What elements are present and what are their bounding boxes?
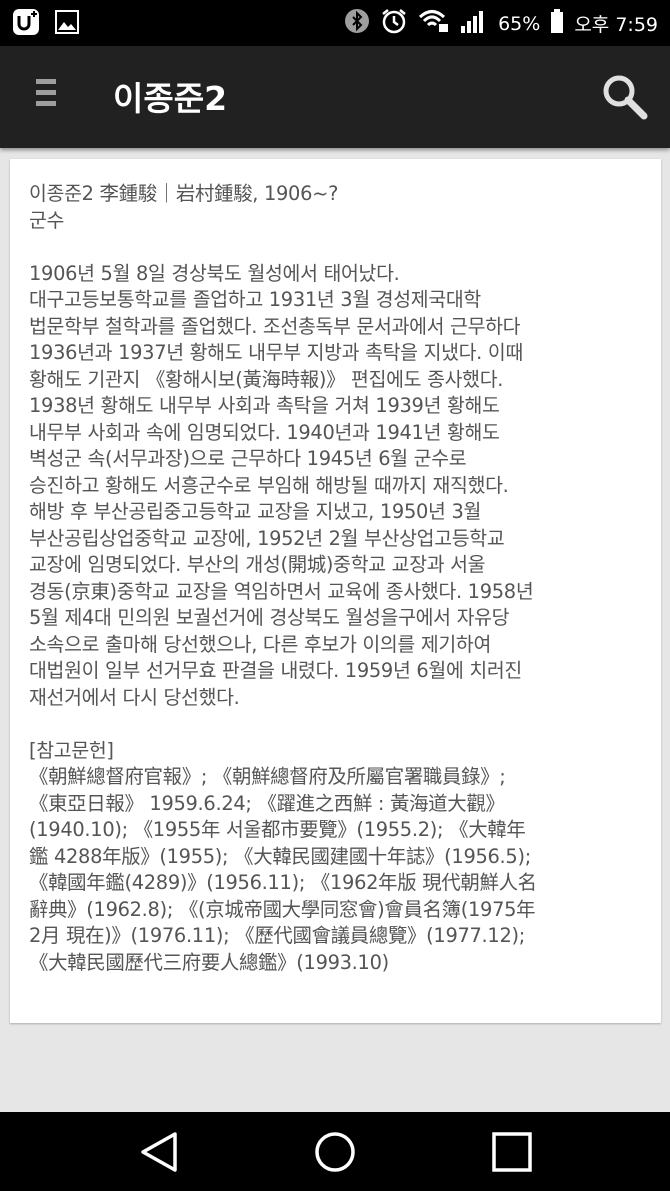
u-plus-icon [12,8,40,40]
page-title: 이종준2 [113,79,228,118]
battery-percent: 65% [498,12,541,35]
home-icon[interactable] [312,1129,358,1175]
back-icon[interactable] [137,1129,183,1175]
image-icon [54,9,80,39]
alarm-icon [380,7,408,40]
battery-icon [550,8,564,39]
hamburger-menu-icon[interactable] [24,79,70,115]
article-text: 이종준2 李鍾駿｜岩村鍾駿, 1906~? 군수 1906년 5월 8일 경상북… [29,182,537,974]
bluetooth-icon [344,8,370,39]
status-bar: 65% 오후 7:59 [0,0,670,46]
navigation-bar [0,1112,670,1191]
clock: 오후 7:59 [574,14,658,36]
signal-icon [460,8,488,39]
recents-icon[interactable] [489,1129,535,1175]
article-card: 이종준2 李鍾駿｜岩村鍾駿, 1906~? 군수 1906년 5월 8일 경상북… [10,159,661,1023]
wifi-lock-icon [418,8,450,39]
search-icon[interactable] [600,72,650,122]
app-bar: 이종준2 [0,46,670,148]
